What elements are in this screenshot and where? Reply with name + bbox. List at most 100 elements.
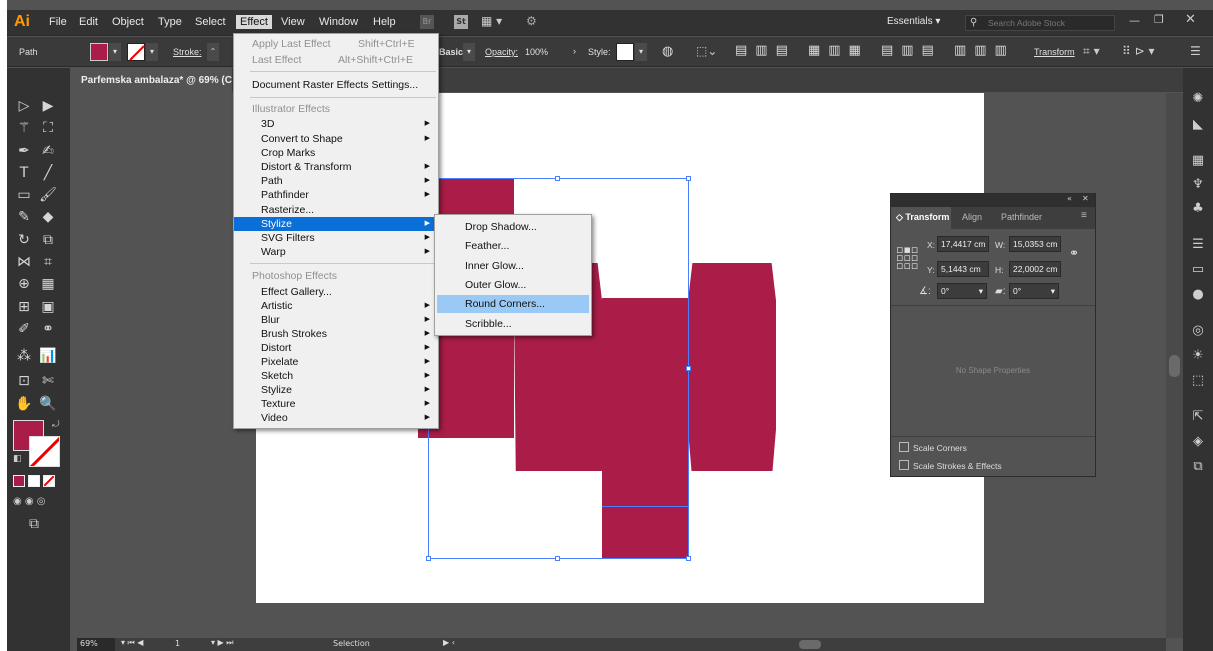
rotate-tool-icon[interactable]: ↻ (13, 230, 35, 250)
handle-middle-right[interactable] (686, 366, 691, 371)
menu-select[interactable]: Select (191, 15, 230, 29)
shear-dropdown-icon[interactable]: ▾ (1051, 286, 1055, 297)
menu-sketch[interactable]: Sketch ▶ (234, 369, 438, 383)
constrain-proportions-icon[interactable]: ⚭ (1069, 246, 1079, 260)
style-name[interactable]: Basic (439, 47, 463, 57)
handle-top-center[interactable] (555, 176, 560, 181)
color-icon[interactable]: ◣ (1191, 118, 1205, 132)
menu-apply-last-effect[interactable]: Apply Last Effect Shift+Ctrl+E (234, 37, 438, 51)
restore-icon[interactable]: ❐ (1154, 13, 1164, 26)
stroke-dropdown[interactable]: ▾ (146, 43, 158, 61)
appearance-icon[interactable]: ◎ (1191, 324, 1205, 338)
magic-wand-tool-icon[interactable]: ⚚ (13, 118, 35, 138)
scale-corners-checkbox[interactable] (899, 442, 909, 452)
lasso-tool-icon[interactable]: ⛶ (37, 118, 59, 138)
graphic-styles-icon[interactable]: ☀ (1191, 349, 1205, 363)
page-nav-icon[interactable]: ▾ ▶ ⏭ (211, 638, 233, 648)
stroke-icon[interactable]: ☰ (1191, 238, 1205, 252)
graphic-style-swatch[interactable] (616, 43, 634, 61)
fill-swatch[interactable] (90, 43, 108, 61)
curvature-tool-icon[interactable]: ✍ (37, 141, 59, 161)
menu-brush-strokes[interactable]: Brush Strokes ▶ (234, 327, 438, 341)
menu-distort-transform[interactable]: Distort & Transform ▶ (234, 160, 438, 174)
menu-3d[interactable]: 3D ▶ (234, 117, 438, 131)
blend-tool-icon[interactable]: ⚭ (37, 319, 59, 339)
horizontal-scroll-thumb[interactable] (799, 640, 821, 649)
w-field[interactable]: 15,0353 cm (1009, 236, 1061, 252)
menu-view[interactable]: View (277, 15, 309, 29)
mesh-tool-icon[interactable]: ⊞ (13, 297, 35, 317)
menu-pixelate[interactable]: Pixelate ▶ (234, 355, 438, 369)
shape-builder-tool-icon[interactable]: ⊕ (13, 274, 35, 294)
symbols-icon[interactable]: ♣ (1191, 202, 1205, 216)
eyedropper-tool-icon[interactable]: ✐ (13, 319, 35, 339)
color-guide-icon[interactable]: ✺ (1191, 92, 1205, 106)
x-field[interactable]: 17,4417 cm (937, 236, 989, 252)
menu-round-corners[interactable]: Round Corners... (437, 295, 589, 313)
isolate-icon[interactable]: ⌗ ▾ (1083, 44, 1100, 59)
control-menu-icon[interactable]: ☰ (1190, 44, 1201, 58)
rectangle-tool-icon[interactable]: ▭ (13, 185, 35, 205)
rotate-field[interactable]: 0° ▾ (937, 283, 987, 299)
gradient-mode-icon[interactable] (28, 475, 40, 487)
pen-tool-icon[interactable]: ✒ (13, 141, 35, 161)
transform-link[interactable]: Transform (1034, 47, 1075, 57)
fill-dropdown[interactable]: ▾ (109, 43, 121, 61)
brush-dropdown[interactable]: ▾ (463, 43, 475, 61)
menu-type[interactable]: Type (154, 15, 186, 29)
document-tab[interactable]: Parfemska ambalaza* @ 69% (CMYK/GPU Prev… (77, 68, 232, 92)
handle-bottom-center[interactable] (555, 556, 560, 561)
menu-feather[interactable]: Feather... (437, 237, 589, 255)
selection-tool-icon[interactable]: ▷ (13, 96, 35, 116)
line-tool-icon[interactable]: ╱ (37, 163, 59, 183)
box-front-panel[interactable] (602, 298, 688, 558)
menu-warp[interactable]: Warp ▶ (234, 245, 438, 259)
layers-icon[interactable]: ◈ (1191, 435, 1205, 449)
menu-window[interactable]: Window (315, 15, 362, 29)
asset-export-icon[interactable]: ⇱ (1191, 410, 1205, 424)
tab-pathfinder[interactable]: Pathfinder (1001, 212, 1042, 222)
tab-align[interactable]: Align (962, 212, 982, 222)
menu-drop-shadow[interactable]: Drop Shadow... (437, 218, 589, 236)
y-field[interactable]: 5,1443 cm (937, 261, 989, 277)
free-transform-tool-icon[interactable]: ⌗ (37, 252, 59, 272)
artboards-icon[interactable]: ⧉ (1191, 460, 1205, 474)
zoom-tool-icon[interactable]: 🔍 (37, 394, 59, 414)
minimize-icon[interactable]: — (1129, 14, 1140, 27)
rotate-dropdown-icon[interactable]: ▾ (979, 286, 983, 297)
opacity-value[interactable]: 100% (525, 47, 548, 57)
tab-transform[interactable]: ◇ Transform (896, 212, 949, 223)
type-tool-icon[interactable]: T (13, 163, 35, 183)
menu-artistic[interactable]: Artistic ▶ (234, 299, 438, 313)
menu-raster-effects-settings[interactable]: Document Raster Effects Settings... (234, 78, 438, 92)
handle-bottom-left[interactable] (426, 556, 431, 561)
stroke-label[interactable]: Stroke: (173, 47, 202, 57)
close-panel-icon[interactable]: ✕ (1082, 194, 1089, 203)
layers-export-icon[interactable]: ⬚ (1191, 374, 1205, 388)
menu-pathfinder[interactable]: Pathfinder ▶ (234, 188, 438, 202)
handle-bottom-right[interactable] (686, 556, 691, 561)
menu-texture[interactable]: Texture ▶ (234, 397, 438, 411)
gradient-icon[interactable]: ▭ (1191, 263, 1205, 277)
stock-icon[interactable]: St (454, 15, 468, 29)
none-mode-icon[interactable] (43, 475, 55, 487)
menu-object[interactable]: Object (108, 15, 148, 29)
menu-inner-glow[interactable]: Inner Glow... (437, 257, 589, 275)
width-tool-icon[interactable]: ⋈ (13, 252, 35, 272)
align-to-icon[interactable]: ⬚⌄ (696, 44, 717, 58)
menu-convert-to-shape[interactable]: Convert to Shape ▶ (234, 132, 438, 146)
menu-rasterize[interactable]: Rasterize... (234, 203, 438, 217)
color-mode-icon[interactable] (13, 475, 25, 487)
shear-field[interactable]: 0° ▾ (1009, 283, 1059, 299)
stroke-color-swatch[interactable] (29, 436, 60, 467)
slice-tool-icon[interactable]: ✄ (37, 371, 59, 391)
box-back-panel[interactable] (688, 263, 776, 471)
panel-menu-icon[interactable]: ≡ (1081, 210, 1087, 221)
shaper-tool-icon[interactable]: ✎ (13, 207, 35, 227)
draw-mode-icon[interactable]: ◉ ◉ ◎ (13, 496, 46, 507)
zoom-level[interactable]: 69% (77, 638, 115, 651)
opacity-label[interactable]: Opacity: (485, 47, 518, 57)
arrange-documents-icon[interactable]: ▦ ▾ (481, 14, 502, 28)
stroke-swatch[interactable] (127, 43, 145, 61)
menu-stylize-illustrator[interactable]: Stylize ▶ (234, 217, 438, 231)
